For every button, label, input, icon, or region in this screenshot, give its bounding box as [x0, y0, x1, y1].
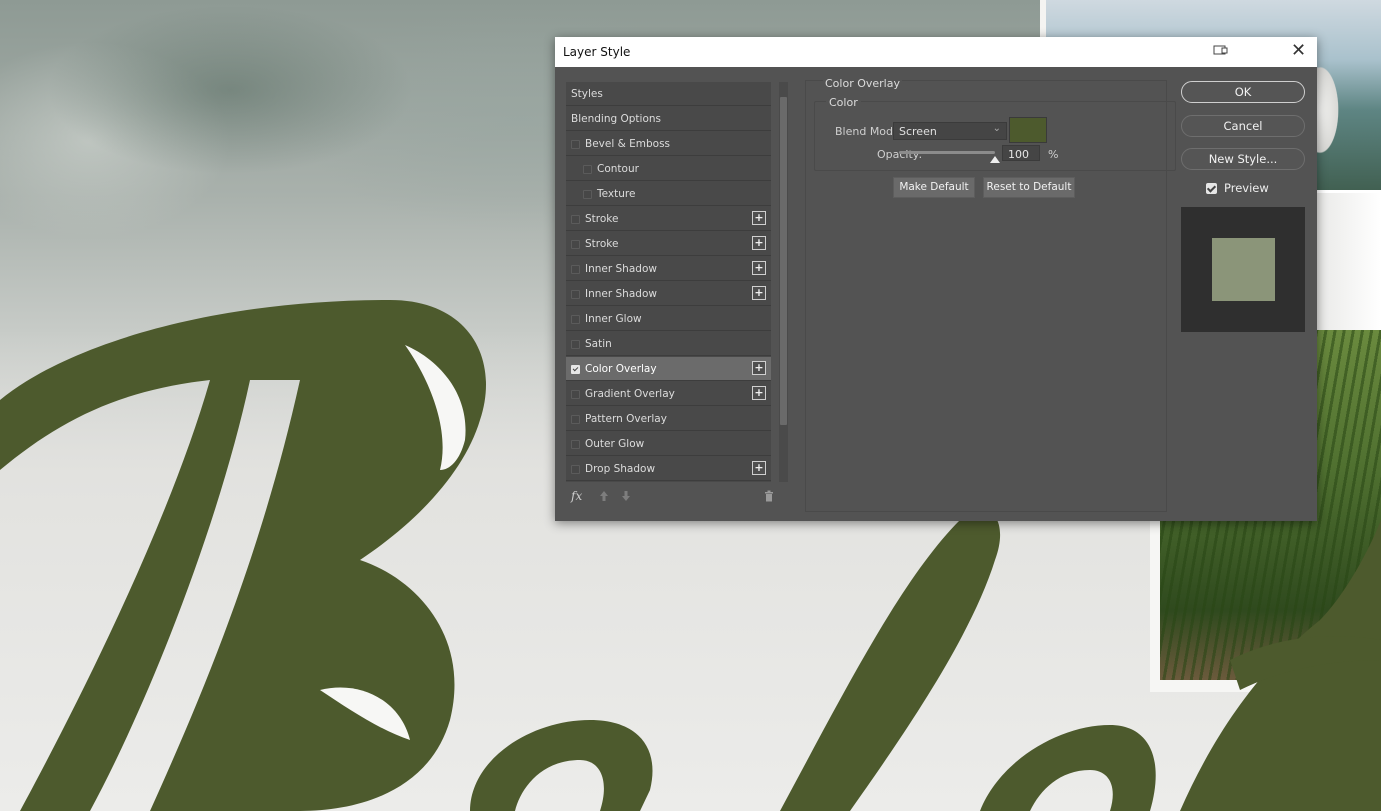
- style-item-label: Inner Glow: [585, 313, 642, 325]
- cancel-button[interactable]: Cancel: [1181, 115, 1305, 137]
- opacity-label: Opacity:: [877, 148, 923, 161]
- styles-list: Styles Blending Options Bevel & Emboss Cont…: [566, 82, 771, 482]
- style-item-drop-shadow[interactable]: Drop Shadow +: [566, 457, 771, 481]
- style-item-label: Stroke: [585, 213, 619, 225]
- style-item-inner-glow[interactable]: Inner Glow: [566, 307, 771, 331]
- style-checkbox[interactable]: [571, 215, 580, 224]
- style-item-inner-shadow[interactable]: Inner Shadow +: [566, 282, 771, 306]
- move-effect-down-icon[interactable]: [621, 490, 631, 502]
- style-item-blending-options[interactable]: Blending Options: [566, 107, 771, 131]
- dialog-titlebar[interactable]: Layer Style ✕: [555, 37, 1317, 67]
- style-item-label: Outer Glow: [585, 438, 645, 450]
- add-effect-fx-button[interactable]: fx: [571, 489, 582, 503]
- style-checkbox[interactable]: [571, 140, 580, 149]
- style-checkbox[interactable]: [583, 165, 592, 174]
- color-subgroup: Color Blend Mode: Screen ⌄ Opacity: 100 …: [814, 96, 1176, 171]
- letter-a2-stroke: [980, 725, 1156, 811]
- style-item-satin[interactable]: Satin: [566, 332, 771, 356]
- preview-swatch: [1212, 238, 1275, 301]
- style-item-color-overlay[interactable]: Color Overlay +: [566, 357, 771, 381]
- style-item-label: Contour: [597, 163, 639, 175]
- style-checkbox[interactable]: [571, 240, 580, 249]
- style-item-label: Blending Options: [571, 113, 661, 125]
- add-instance-plus-icon[interactable]: +: [752, 236, 766, 250]
- style-item-label: Color Overlay: [585, 363, 657, 375]
- close-icon[interactable]: ✕: [1291, 41, 1306, 61]
- add-instance-plus-icon[interactable]: +: [752, 261, 766, 275]
- style-item-styles[interactable]: Styles: [566, 82, 771, 106]
- dialog-title: Layer Style: [563, 45, 631, 59]
- opacity-slider-handle[interactable]: [990, 156, 1000, 163]
- opacity-slider-track[interactable]: [899, 151, 995, 154]
- restore-window-icon[interactable]: [1213, 44, 1229, 56]
- style-checkbox[interactable]: [571, 315, 580, 324]
- ok-button[interactable]: OK: [1181, 81, 1305, 103]
- reset-to-default-button[interactable]: Reset to Default: [983, 177, 1075, 198]
- style-item-label: Stroke: [585, 238, 619, 250]
- styles-list-scrollbar[interactable]: [779, 82, 788, 482]
- color-subgroup-title: Color: [826, 96, 861, 109]
- add-instance-plus-icon[interactable]: +: [752, 461, 766, 475]
- style-item-outer-glow[interactable]: Outer Glow: [566, 432, 771, 456]
- style-item-label: Satin: [585, 338, 612, 350]
- style-item-label: Gradient Overlay: [585, 388, 675, 400]
- preview-label: Preview: [1224, 181, 1269, 195]
- add-instance-plus-icon[interactable]: +: [752, 211, 766, 225]
- move-effect-up-icon[interactable]: [599, 490, 609, 502]
- style-item-contour[interactable]: Contour: [566, 157, 771, 181]
- style-item-texture[interactable]: Texture: [566, 182, 771, 206]
- style-item-inner-shadow[interactable]: Inner Shadow +: [566, 257, 771, 281]
- style-checkbox[interactable]: [571, 340, 580, 349]
- style-item-stroke[interactable]: Stroke +: [566, 232, 771, 256]
- style-preview-thumbnail: [1181, 207, 1305, 332]
- scrollbar-thumb[interactable]: [780, 97, 787, 425]
- style-checkbox[interactable]: [583, 190, 592, 199]
- chevron-down-icon: ⌄: [992, 123, 1001, 134]
- style-checkbox[interactable]: [571, 415, 580, 424]
- style-item-label: Pattern Overlay: [585, 413, 667, 425]
- styles-footer: fx: [563, 485, 787, 509]
- style-checkbox[interactable]: [571, 290, 580, 299]
- style-item-label: Inner Shadow: [585, 263, 657, 275]
- style-checkbox[interactable]: [571, 440, 580, 449]
- new-style-button[interactable]: New Style...: [1181, 148, 1305, 170]
- style-item-gradient-overlay[interactable]: Gradient Overlay +: [566, 382, 771, 406]
- style-checkbox[interactable]: [571, 265, 580, 274]
- overlay-color-swatch[interactable]: [1009, 117, 1047, 143]
- style-item-bevel-emboss[interactable]: Bevel & Emboss: [566, 132, 771, 156]
- blend-mode-value: Screen: [899, 125, 937, 138]
- style-item-label: Bevel & Emboss: [585, 138, 671, 150]
- style-item-label: Drop Shadow: [585, 463, 656, 475]
- style-item-stroke[interactable]: Stroke +: [566, 207, 771, 231]
- add-instance-plus-icon[interactable]: +: [752, 386, 766, 400]
- style-checkbox[interactable]: [571, 365, 580, 374]
- style-item-label: Styles: [571, 88, 603, 100]
- letter-b-stroke: [0, 300, 486, 811]
- preview-checkbox[interactable]: [1206, 183, 1217, 194]
- letter-a-stroke: [470, 720, 653, 811]
- style-item-label: Texture: [597, 188, 636, 200]
- opacity-unit: %: [1048, 148, 1059, 161]
- style-checkbox[interactable]: [571, 390, 580, 399]
- color-overlay-settings: Color Overlay Color Blend Mode: Screen ⌄…: [805, 77, 1176, 512]
- styles-panel: Styles Blending Options Bevel & Emboss Cont…: [563, 80, 788, 512]
- style-item-pattern-overlay[interactable]: Pattern Overlay: [566, 407, 771, 431]
- add-instance-plus-icon[interactable]: +: [752, 361, 766, 375]
- style-item-label: Inner Shadow: [585, 288, 657, 300]
- settings-group-title: Color Overlay: [823, 77, 902, 90]
- blend-mode-dropdown[interactable]: Screen ⌄: [893, 122, 1007, 140]
- layer-style-dialog: Layer Style ✕ Styles Blending Options Beve…: [555, 37, 1317, 521]
- add-instance-plus-icon[interactable]: +: [752, 286, 766, 300]
- letter-l-stroke: [780, 509, 1001, 811]
- opacity-input[interactable]: 100: [1002, 145, 1040, 161]
- style-checkbox[interactable]: [571, 465, 580, 474]
- make-default-button[interactable]: Make Default: [893, 177, 975, 198]
- delete-effect-trash-icon[interactable]: [764, 490, 774, 502]
